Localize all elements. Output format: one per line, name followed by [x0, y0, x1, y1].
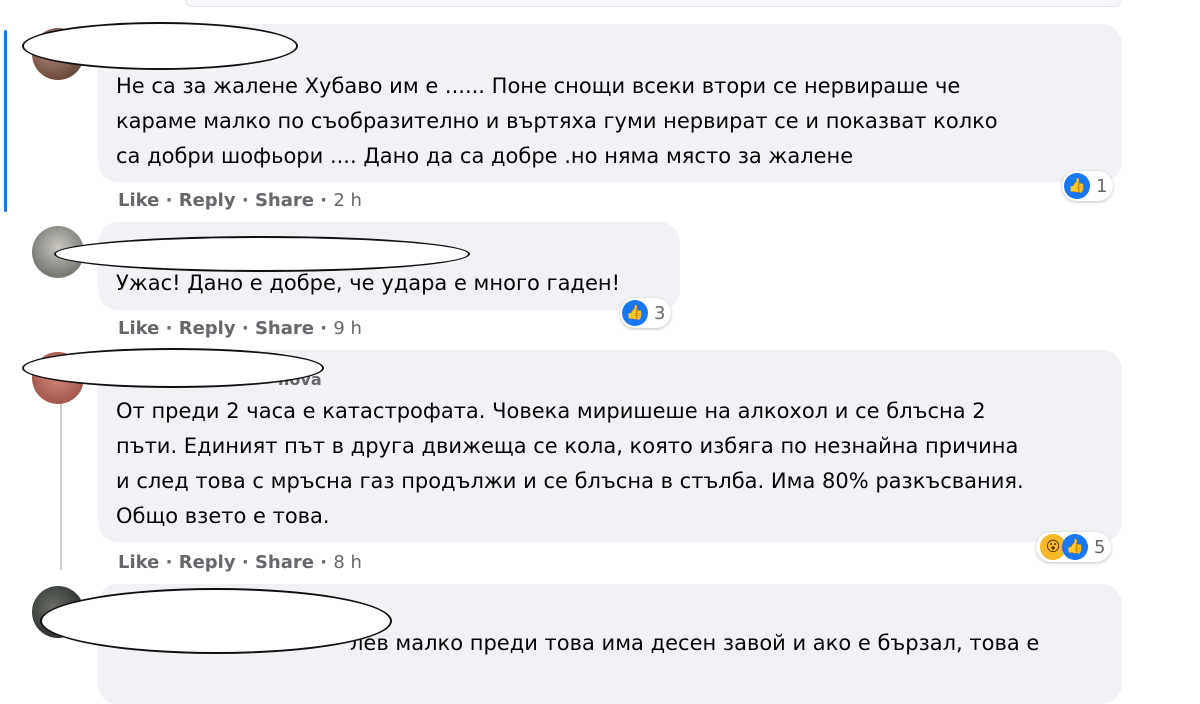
like-icon: 👍	[622, 300, 648, 326]
timestamp[interactable]: 9 h	[333, 318, 362, 339]
reply-thread-line	[60, 400, 62, 570]
share-button[interactable]: Share	[255, 552, 314, 573]
comment-text-line: пъти. Единият път в друга движеща се кол…	[116, 434, 1019, 458]
comment-text-line: караме малко по съобразително и въртяха …	[116, 109, 998, 133]
redaction-mark	[22, 348, 324, 388]
reply-button[interactable]: Reply	[179, 552, 236, 573]
share-button[interactable]: Share	[255, 318, 314, 339]
comment-text-line: Общо взето е това.	[116, 504, 330, 528]
comment-text-line: Не са за жалене Хубаво им е ...... Поне …	[116, 74, 961, 98]
like-button[interactable]: Like	[118, 190, 159, 211]
reaction-summary[interactable]: 👍 1	[1062, 171, 1114, 201]
comment-actions: Like · Reply · Share · 9 h	[118, 318, 362, 339]
reply-button[interactable]: Reply	[179, 318, 236, 339]
like-icon: 👍	[1064, 173, 1090, 199]
timestamp[interactable]: 2 h	[333, 190, 362, 211]
reply-button[interactable]: Reply	[179, 190, 236, 211]
reaction-count: 3	[654, 302, 666, 324]
comment-text-line: лев малко преди това има десен завой и а…	[350, 631, 1040, 655]
redaction-mark	[22, 22, 298, 70]
like-icon: 👍	[1062, 534, 1088, 560]
timestamp[interactable]: 8 h	[333, 552, 362, 573]
like-button[interactable]: Like	[118, 318, 159, 339]
like-button[interactable]: Like	[118, 552, 159, 573]
redaction-mark	[54, 236, 470, 272]
reaction-summary[interactable]: 👍 3	[620, 298, 672, 328]
comment-text-line: и след това с мръсна газ продължи и се б…	[116, 469, 1024, 493]
reaction-count: 1	[1096, 175, 1108, 197]
comment-actions: Like · Reply · Share · 8 h	[118, 552, 362, 573]
comment-text-line: От преди 2 часа е катастрофата. Човека м…	[116, 399, 986, 423]
redaction-mark	[40, 588, 392, 654]
comment-text-line: Ужас! Дано е добре, че удара е много гад…	[116, 271, 621, 295]
reaction-count: 5	[1094, 536, 1106, 558]
highlight-thread-line	[4, 30, 7, 212]
reaction-summary[interactable]: 😮 👍 5	[1036, 532, 1112, 562]
comment-text-line: са добри шофьори .... Дано да са добре .…	[116, 144, 854, 168]
previous-comment-edge	[185, 0, 1122, 7]
share-button[interactable]: Share	[255, 190, 314, 211]
comment-actions: Like · Reply · Share · 2 h	[118, 190, 362, 211]
